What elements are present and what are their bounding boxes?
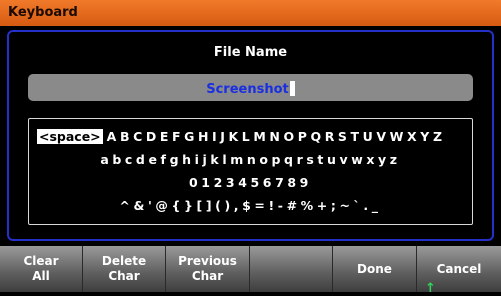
file-name-field[interactable]: Screenshot — [28, 74, 473, 101]
keyboard-dialog: File Name Screenshot <space> ABCDEFGHIJKL… — [7, 30, 494, 241]
blank-softkey[interactable] — [250, 246, 333, 292]
keyboard-row-lowercase[interactable]: abcdefghijklmnopqrstuvwxyz — [29, 152, 472, 167]
uppercase-keys[interactable]: ABCDEFGHIJKLMNOPQRSTUVWXYZ — [107, 129, 446, 144]
keyboard-row-uppercase[interactable]: <space> ABCDEFGHIJKLMNOPQRSTUVWXYZ — [29, 129, 472, 144]
space-key[interactable]: <space> — [37, 129, 103, 144]
text-cursor — [289, 81, 295, 96]
file-name-value: Screenshot — [206, 82, 289, 97]
done-button[interactable]: Done — [333, 246, 417, 292]
previous-char-button[interactable]: Previous Char — [166, 246, 250, 292]
delete-char-button[interactable]: Delete Char — [83, 246, 166, 292]
keyboard-row-symbols[interactable]: ^&'@{}[](),$=!-#%+;~`._ — [29, 198, 472, 213]
keyboard-row-digits[interactable]: 0123456789 — [29, 175, 472, 190]
clear-all-button[interactable]: Clear All — [0, 246, 83, 292]
character-keyboard[interactable]: <space> ABCDEFGHIJKLMNOPQRSTUVWXYZ abcdef… — [28, 118, 473, 225]
file-name-label: File Name — [213, 45, 288, 60]
up-arrow-icon: ↑ — [425, 281, 436, 296]
window-title: Keyboard — [0, 0, 501, 26]
